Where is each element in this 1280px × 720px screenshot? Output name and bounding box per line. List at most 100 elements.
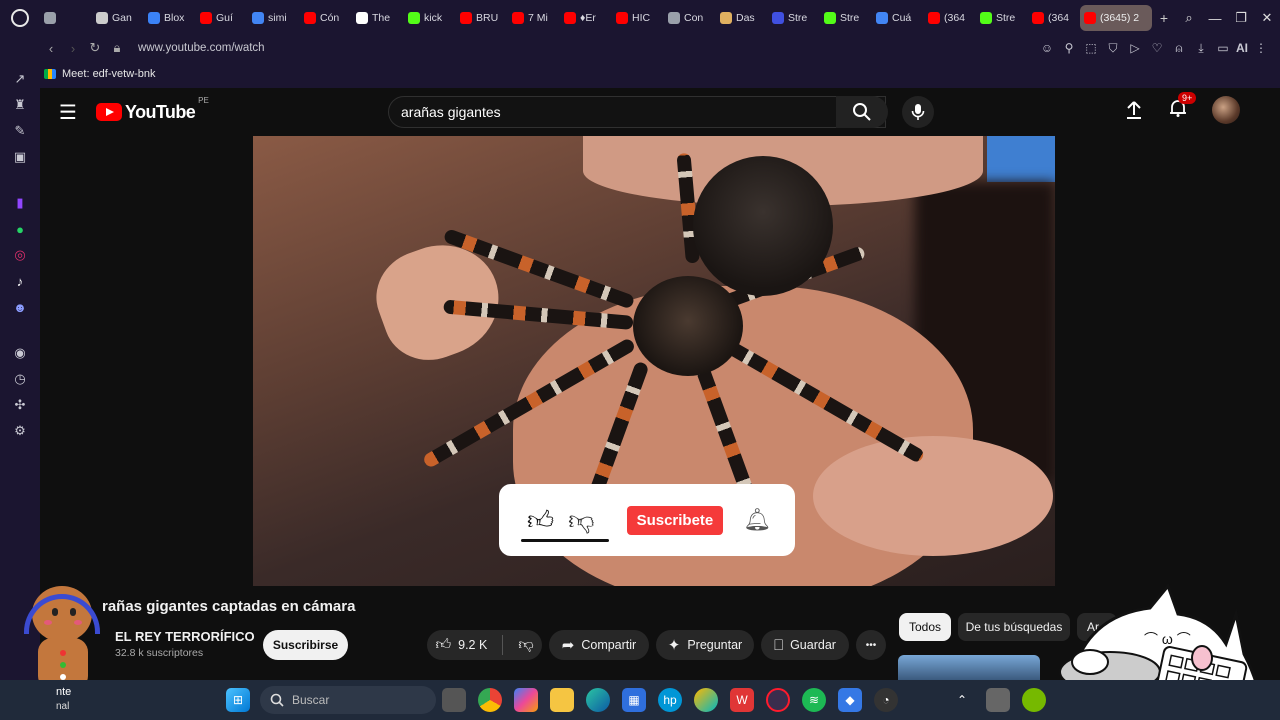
browser-tab[interactable]: Stre (768, 5, 820, 31)
browser-tab[interactable]: Cón (300, 5, 352, 31)
snapshot-icon[interactable]: ⬚ (1082, 41, 1100, 56)
more-actions-button[interactable]: ••• (856, 630, 886, 660)
menu-icon[interactable]: ⋮ (1252, 41, 1270, 56)
youtube-logo[interactable]: YouTube PE (96, 96, 209, 123)
opera-logo-icon[interactable] (0, 0, 40, 36)
twitch-icon[interactable]: ▮ (12, 195, 28, 211)
play-icon[interactable]: ▷ (1126, 41, 1144, 56)
like-button[interactable]: 👍︎ (435, 636, 451, 654)
browser-tab[interactable]: Cuá (872, 5, 924, 31)
tab-label: Cuá (892, 12, 912, 24)
reload-button[interactable]: ↻ (84, 40, 106, 56)
opera-icon[interactable] (766, 688, 790, 712)
forward-button[interactable]: › (62, 41, 84, 56)
hp-icon[interactable]: hp (658, 688, 682, 712)
browser-tab[interactable]: Guí (196, 5, 248, 31)
browser-tab[interactable]: simi (248, 5, 300, 31)
tray-chevron-icon[interactable]: ⌃ (950, 688, 974, 712)
workspace-icon[interactable]: ♜ (12, 97, 28, 113)
browser-tab[interactable]: 7 Mi (508, 5, 560, 31)
download-icon[interactable]: ⤓ (1192, 41, 1210, 56)
browser-tab[interactable]: Blox (144, 5, 196, 31)
share-button[interactable]: ➦ Compartir (549, 630, 649, 660)
windows-start-icon[interactable]: ⊞ (226, 688, 250, 712)
upload-icon[interactable] (1124, 100, 1144, 120)
instagram-icon[interactable]: ◎ (12, 247, 28, 263)
browser-tab[interactable]: Das (716, 5, 768, 31)
like-count[interactable]: 9.2 K (458, 638, 487, 652)
browser-tab[interactable]: Gan (92, 5, 144, 31)
tray-nvidia-icon[interactable] (1022, 688, 1046, 712)
meet-bookmark[interactable]: Meet: edf-vetw-bnk (62, 68, 156, 80)
browser-tab[interactable]: (364 (1028, 5, 1080, 31)
emoji-icon[interactable]: ☺ (1038, 41, 1056, 56)
channel-name[interactable]: EL REY TERRORÍFICO (115, 629, 255, 644)
browser-tab[interactable]: Con (664, 5, 716, 31)
spotify-icon[interactable]: ≋ (802, 688, 826, 712)
search-query: arañas gigantes (401, 104, 501, 120)
aria-icon[interactable]: ↗ (12, 71, 28, 87)
chrome-icon[interactable] (478, 688, 502, 712)
ai-button[interactable]: AI (1236, 41, 1248, 56)
like-divider (502, 635, 504, 655)
search-tabs-icon[interactable]: ⌕ (1176, 10, 1202, 26)
maximize-button[interactable]: ❐ (1228, 10, 1254, 26)
tab-favicon-icon (980, 12, 992, 24)
tiktok-icon[interactable]: ♪ (12, 273, 28, 289)
search-button[interactable] (836, 96, 888, 128)
whatsapp-icon[interactable]: ● (12, 221, 28, 237)
history-icon[interactable]: ◷ (12, 371, 28, 387)
player-icon[interactable]: ◉ (12, 345, 28, 361)
wps-icon[interactable]: W (730, 688, 754, 712)
save-button[interactable]: ⎕ Guardar (761, 630, 849, 660)
browser-tab[interactable]: BRU (456, 5, 508, 31)
browser-tab[interactable]: (364 (924, 5, 976, 31)
taskbar-search[interactable]: Buscar (260, 686, 436, 714)
menu-icon[interactable]: ☰ (40, 100, 96, 125)
avatar[interactable] (1212, 96, 1240, 124)
browser-tab[interactable]: HIC (612, 5, 664, 31)
ask-button[interactable]: ✦ Preguntar (656, 630, 754, 660)
voice-search-button[interactable] (902, 96, 934, 128)
account-icon[interactable]: ⍝ (1170, 41, 1188, 56)
dislike-button[interactable]: 👎︎ (518, 636, 533, 654)
chip-todos[interactable]: Todos (899, 613, 951, 641)
paint-icon[interactable] (694, 688, 718, 712)
back-button[interactable]: ‹ (40, 41, 62, 56)
url-field[interactable]: www.youtube.com/watch (138, 42, 265, 54)
obs-icon[interactable]: ◔ (874, 688, 898, 712)
search-input[interactable]: arañas gigantes ✕ (388, 96, 886, 128)
roblox-icon[interactable]: ◆ (838, 688, 862, 712)
recommended-thumbnail[interactable] (898, 655, 1040, 680)
browser-tab[interactable]: kick (404, 5, 456, 31)
messenger-icon[interactable]: ▣ (12, 149, 28, 165)
overlay-subscribe-label: Suscribete (626, 505, 724, 535)
file-explorer-icon[interactable] (550, 688, 574, 712)
browser-tab[interactable]: The (352, 5, 404, 31)
browser-tab[interactable]: Stre (820, 5, 872, 31)
minimize-button[interactable]: — (1202, 11, 1228, 26)
browser-tab[interactable] (40, 5, 92, 31)
settings-icon[interactable]: ⚙ (12, 423, 28, 439)
heart-icon[interactable]: ♡ (1148, 41, 1166, 56)
tab-active[interactable]: (3645) 2 (1080, 5, 1152, 31)
copilot-icon[interactable] (514, 688, 538, 712)
tray-app-icon[interactable] (986, 688, 1010, 712)
close-window-button[interactable]: ✕ (1254, 10, 1280, 26)
new-tab-button[interactable]: + (1152, 10, 1176, 26)
browser-tab[interactable]: ♦Er (560, 5, 612, 31)
extensions-icon[interactable]: ✣ (12, 397, 28, 413)
shield-icon[interactable]: ⛉ (1104, 41, 1122, 56)
store-icon[interactable]: ▦ (622, 688, 646, 712)
task-view-icon[interactable] (442, 688, 466, 712)
pin-icon[interactable]: ⚲ (1060, 41, 1078, 56)
browser-tab[interactable]: Stre (976, 5, 1028, 31)
subscribe-button[interactable]: Suscribirse (263, 630, 348, 660)
discord-icon[interactable]: ☻ (12, 299, 28, 315)
battery-icon[interactable]: ▭ (1214, 41, 1232, 56)
notifications-button[interactable]: 9+ (1168, 91, 1197, 123)
edge-icon[interactable] (586, 688, 610, 712)
address-bar: ‹ › ↻ 🔒︎ www.youtube.com/watch ☺ ⚲ ⬚ ⛉ ▷… (0, 36, 1280, 60)
notes-icon[interactable]: ✎ (12, 123, 28, 139)
tab-favicon-icon (564, 12, 576, 24)
